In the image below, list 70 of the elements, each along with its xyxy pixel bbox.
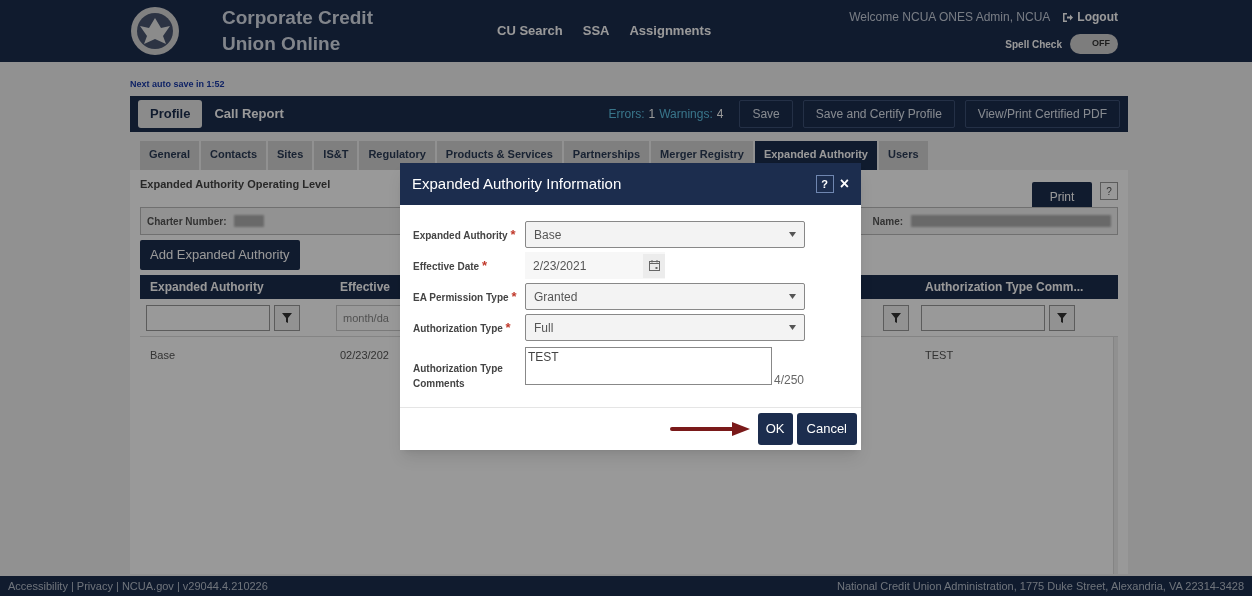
section-tab[interactable]: Sites [268,141,313,170]
filter-button[interactable] [883,304,909,331]
help-button[interactable]: ? [815,175,834,193]
toolbar-button[interactable]: View/Print Certified PDF [964,100,1120,128]
table-cell: 02/23/202 [340,348,389,361]
section-tab[interactable]: Users [879,141,928,170]
add-button[interactable]: Add Expanded Authority [140,240,300,270]
dialog-title: Expanded Authority Information [412,173,622,194]
required-mark: * [510,226,516,242]
date-field[interactable]: 2/23/2021 [525,252,665,279]
autosave-text: Next auto save in 1:52 [130,78,226,91]
profile-tab[interactable]: Call Report [202,100,296,128]
required-mark: * [505,319,511,335]
nav-link[interactable]: CU Search [497,21,563,41]
close-button[interactable]: × [839,176,849,192]
errors-label: Errors: [608,106,645,123]
app-title: Union Online [222,32,342,56]
table-cell: Base [150,348,176,361]
name-label: Name: [872,214,904,229]
caret-icon [789,232,796,237]
table-cell: TEST [925,348,954,361]
charter-label: Charter Number: [147,214,227,229]
toolbar-button[interactable]: Save [739,100,793,128]
filter-button[interactable] [274,304,300,331]
spell-check-toggle[interactable]: OFF [1070,34,1118,54]
filter-button[interactable] [1049,304,1075,331]
section-tab[interactable]: Contacts [200,141,267,170]
errors-count: 1 [648,106,656,123]
ok-button[interactable]: OK [757,413,793,445]
profile-tab[interactable]: Profile [138,100,203,128]
column-header: Expanded Authority [150,279,264,296]
logout-icon [1062,11,1074,23]
toolbar-button[interactable]: Save and Certify Profile [802,100,955,128]
nav-link[interactable]: SSA [582,21,610,41]
nav-link[interactable]: Assignments [629,21,712,41]
field-label: EA Permission Type * [413,288,518,305]
field-label: Authorization Type Comments [413,362,504,391]
column-header: Effective [340,279,391,296]
field-label: Effective Date * [413,257,488,274]
filter-icon [282,312,292,323]
help-button[interactable]: ? [1100,182,1118,200]
character-counter: 4/250 [774,372,805,389]
cancel-button[interactable]: Cancel [796,413,857,445]
logout-link[interactable]: Logout [1062,8,1118,26]
field-label: Expanded Authority * [413,226,517,243]
dropdown-field[interactable]: Granted [525,283,805,310]
filter-icon [891,312,901,323]
app-title: Corporate Credit [222,6,374,30]
dropdown-field[interactable]: Full [525,314,805,341]
column-header: Authorization Type Comm... [925,279,1084,296]
section-tab[interactable]: IS&T [314,141,358,170]
spell-check-label: Spell Check [1005,37,1062,52]
dropdown-field[interactable]: Base [525,221,805,248]
filter-icon [1057,312,1067,323]
footer-links[interactable]: Accessibility | Privacy | NCUA.gov | v29044.4.210226 [8,577,268,595]
warnings-count: 4 [716,106,724,123]
comments-field[interactable]: TEST [525,347,772,385]
panel-title: Expanded Authority Operating Level [140,177,331,192]
required-mark: * [511,288,517,304]
section-tab[interactable]: General [140,141,199,170]
footer-address: National Credit Union Administration, 1775 Duke Street, Alexandria, VA 22314-3428 [836,578,1244,594]
seal-logo [130,6,180,56]
welcome-text: Welcome NCUA ONES Admin, NCUA [849,9,1051,26]
warnings-label: Warnings: [659,106,713,123]
filter-field[interactable] [921,304,1045,331]
required-mark: * [481,257,487,273]
caret-icon [789,325,796,330]
filter-field[interactable] [146,304,270,331]
calendar-icon [648,260,660,271]
redacted-value [234,215,265,227]
